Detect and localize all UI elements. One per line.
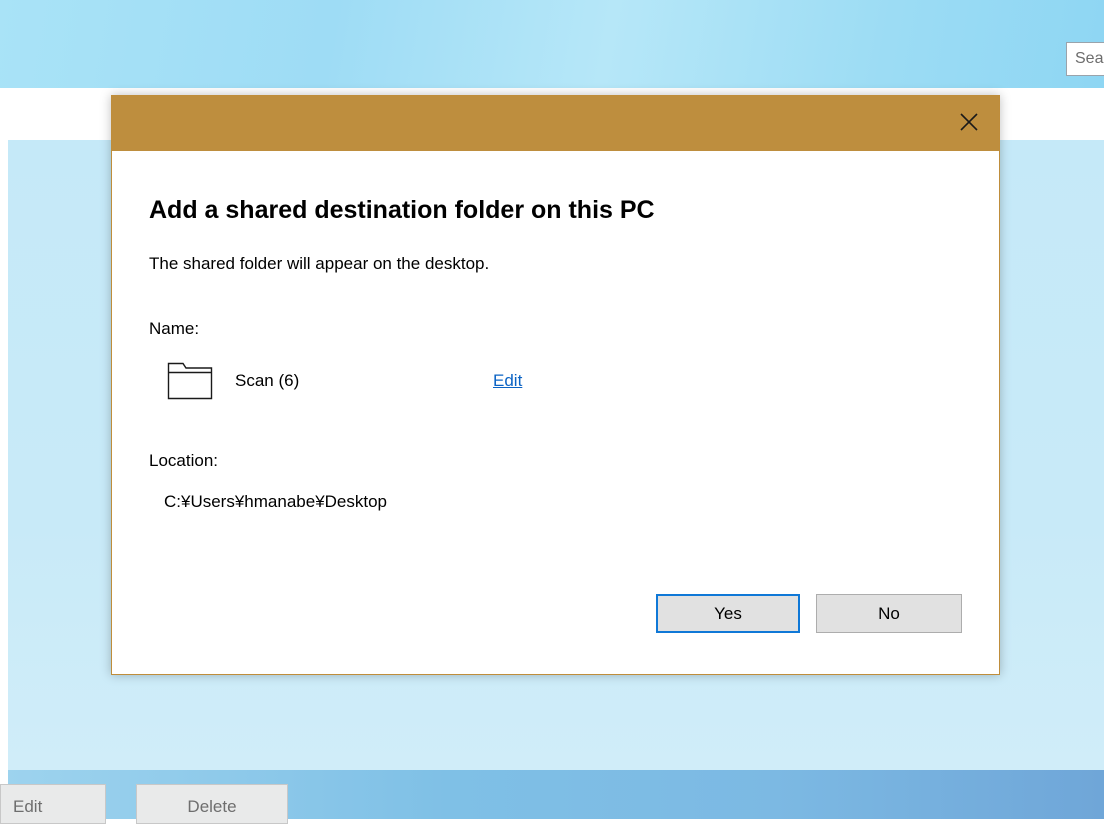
folder-name: Scan (6) (235, 371, 300, 390)
dialog-heading: Add a shared destination folder on this … (149, 196, 655, 224)
edit-button[interactable]: Edit (0, 784, 106, 824)
delete-button[interactable]: Delete (136, 784, 288, 824)
add-shared-folder-dialog: Add a shared destination folder on this … (111, 95, 1000, 675)
dialog-titlebar (112, 96, 999, 151)
no-button[interactable]: No (816, 594, 962, 633)
header-banner (0, 0, 1104, 88)
edit-name-link[interactable]: Edit (493, 371, 522, 391)
dialog-description: The shared folder will appear on the des… (149, 254, 490, 273)
location-path: C:¥Users¥hmanabe¥Desktop (164, 492, 388, 511)
folder-icon (167, 362, 213, 400)
location-label: Location: (149, 451, 218, 470)
close-icon[interactable] (957, 110, 981, 134)
yes-button[interactable]: Yes (656, 594, 800, 633)
left-edge-strip (0, 88, 8, 819)
search-input[interactable]: Search (1066, 42, 1104, 76)
name-label: Name: (149, 319, 200, 338)
